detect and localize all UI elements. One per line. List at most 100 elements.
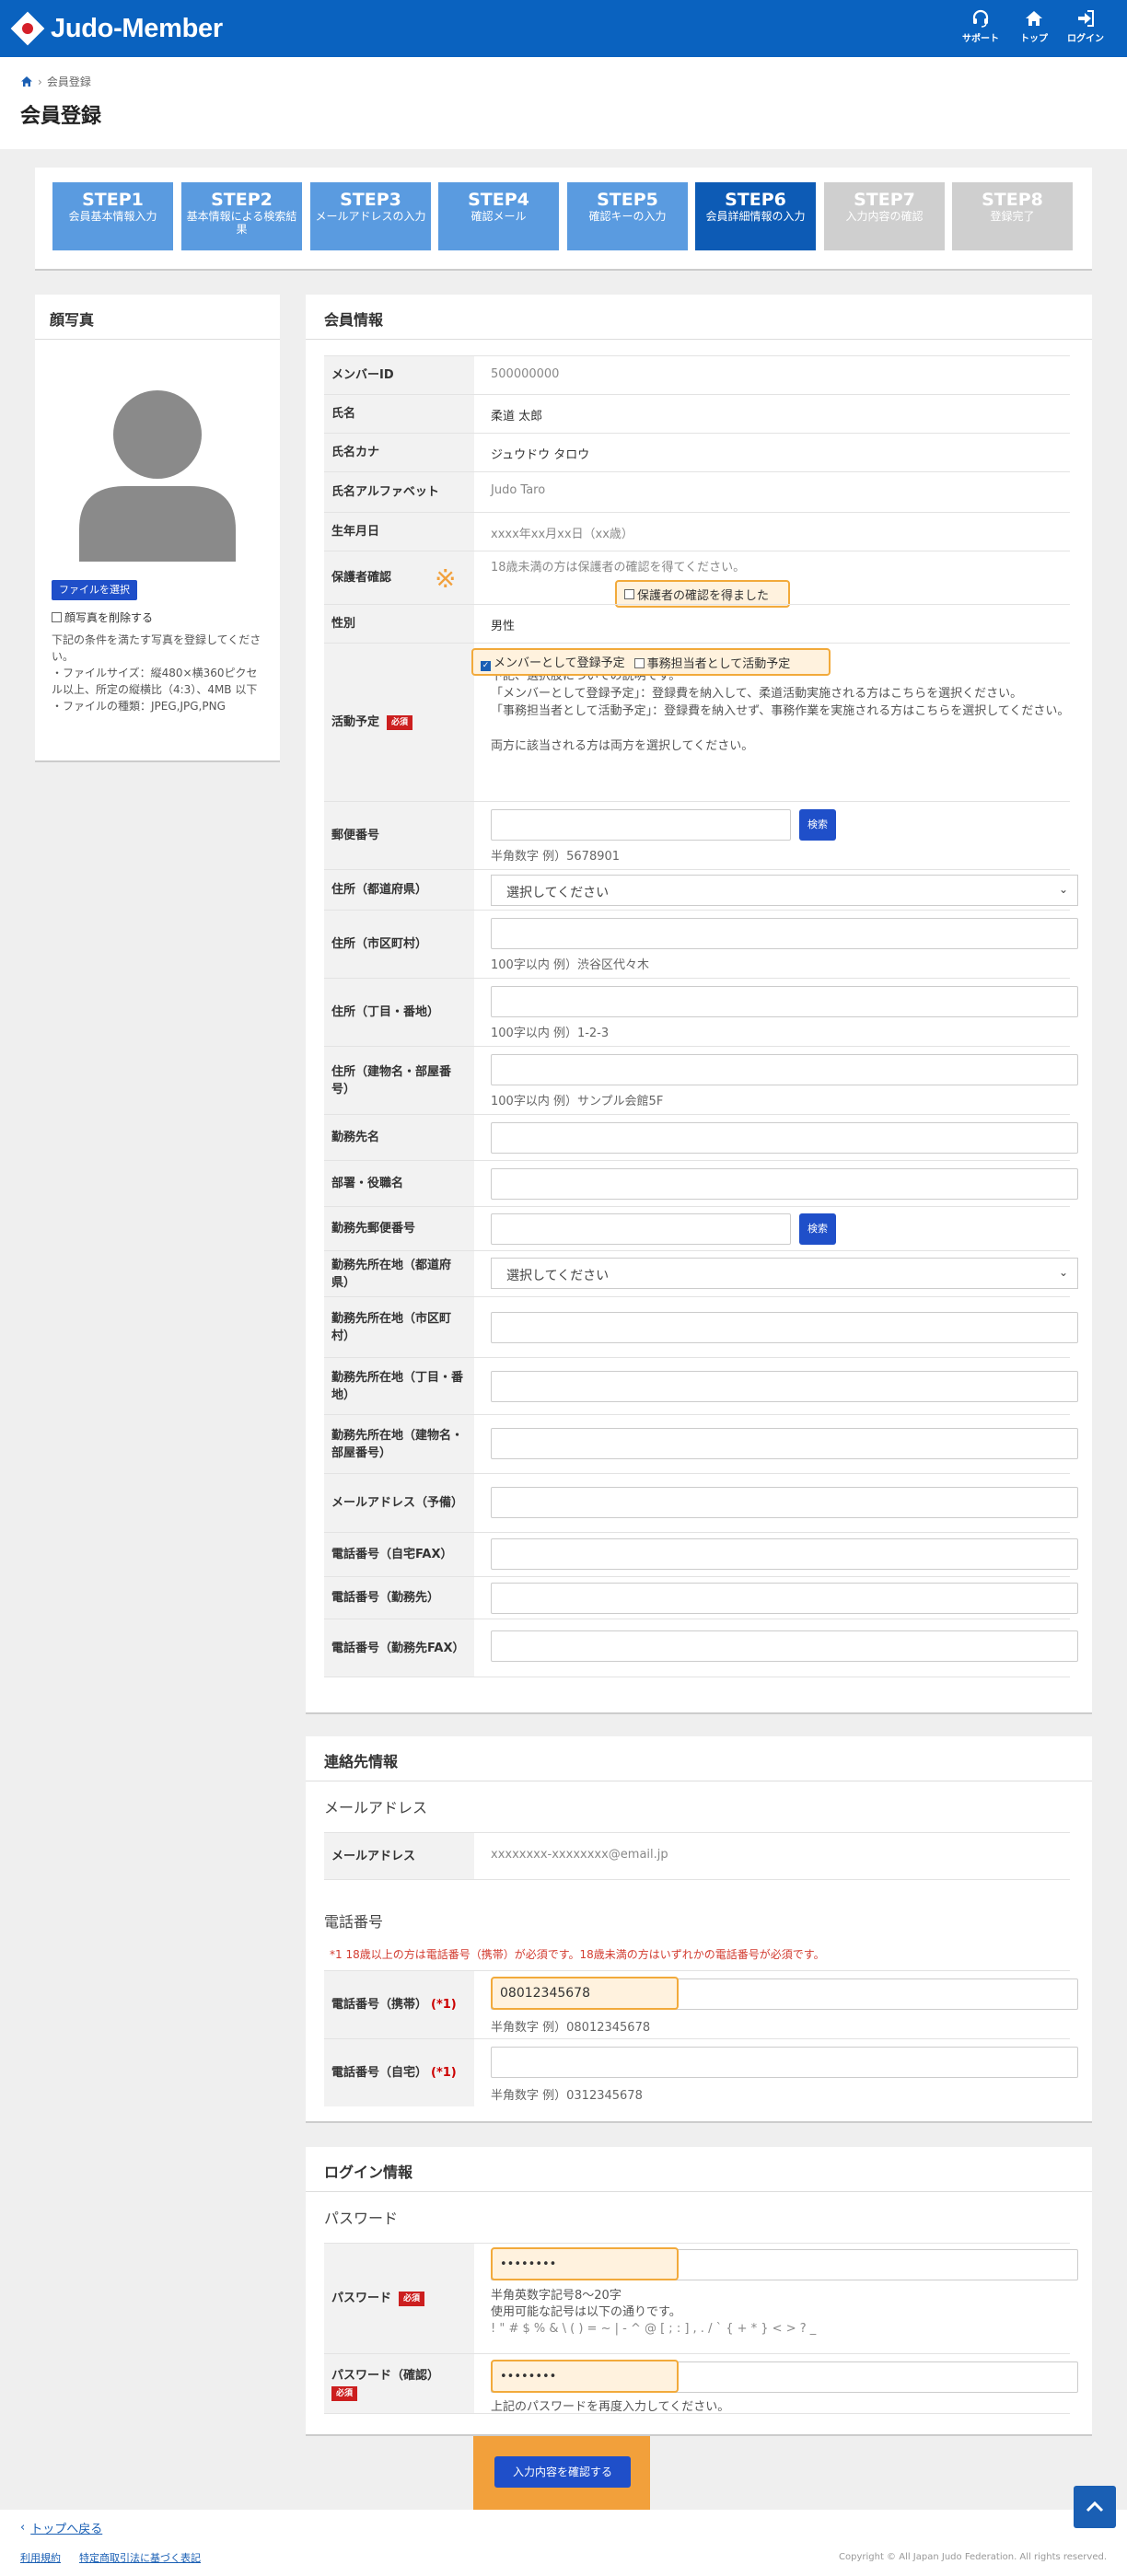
checkbox-checked-icon[interactable]: ✓ — [481, 661, 491, 671]
row-street: 住所（丁目・番地） 100字以内 例）1-2-3 — [324, 978, 1078, 1046]
fax-home-input[interactable] — [491, 1538, 1078, 1570]
home-phone-note: 半角数字 例）0312345678 — [491, 2089, 643, 2103]
row-alphabet: 氏名アルファベット Judo Taro — [324, 471, 1070, 512]
row-postal: 郵便番号 検索 半角数字 例）5678901 — [324, 801, 1070, 869]
building-input[interactable] — [491, 1054, 1078, 1085]
commerce-law-link[interactable]: 特定商取引法に基づく表記 — [79, 2550, 201, 2565]
activity-label-text: 活動予定 — [331, 715, 380, 729]
chevron-left-icon: ‹ — [20, 2521, 26, 2535]
divider — [306, 2191, 1092, 2192]
row-work-street: 勤務先所在地（丁目・番地） — [324, 1357, 1078, 1414]
home-icon[interactable] — [20, 75, 33, 87]
divider — [306, 339, 1092, 340]
work-pref-select[interactable]: 選択してください ⌄ — [491, 1258, 1078, 1289]
gender-label: 性別 — [324, 605, 474, 643]
member-info-title: 会員情報 — [324, 311, 384, 329]
scroll-top-button[interactable] — [1074, 2486, 1116, 2528]
phone-requirement-note: *1 18歳以上の方は電話番号（携帯）が必須です。18歳未満の方はいずれかの電話… — [330, 1948, 825, 1961]
email-sub-input[interactable] — [491, 1487, 1078, 1518]
step-number: STEP6 — [725, 190, 786, 210]
mobile-note: 半角数字 例）08012345678 — [491, 2021, 651, 2035]
step-1: STEP1 会員基本情報入力 — [52, 182, 173, 250]
step-5: STEP5 確認キーの入力 — [567, 182, 688, 250]
row-fax-work: 電話番号（勤務先FAX） — [324, 1619, 1078, 1677]
work-postal-search-button[interactable]: 検索 — [799, 1213, 836, 1245]
required-badge: 必須 — [331, 2385, 358, 2401]
row-birthdate: 生年月日 xxxx年xx月xx日（xx歳） — [324, 512, 1070, 551]
pref-label: 住所（都道府県） — [324, 870, 474, 910]
delete-photo-checkbox[interactable]: 顔写真を削除する — [52, 609, 153, 625]
work-postal-label: 勤務先郵便番号 — [324, 1207, 474, 1250]
tel-work-input[interactable] — [491, 1583, 1078, 1614]
work-postal-input[interactable] — [491, 1213, 791, 1245]
step-number: STEP3 — [340, 190, 401, 210]
photo-guideline: ・ファイルサイズ：縦480×横360ピクセル以上、所定の縦横比（4:3）、4MB… — [52, 667, 258, 696]
mobile-input[interactable]: 08012345678 — [491, 1977, 679, 2010]
dept-label: 部署・役職名 — [324, 1161, 474, 1206]
row-gender: 性別 男性 — [324, 604, 1070, 643]
guardian-confirm-label: 保護者の確認を得ました — [637, 588, 770, 603]
row-tel-work: 電話番号（勤務先） — [324, 1576, 1078, 1619]
back-to-top-label: トップへ戻る — [30, 2523, 103, 2536]
postal-search-button[interactable]: 検索 — [799, 809, 836, 841]
work-street-input[interactable] — [491, 1371, 1078, 1402]
nav-top[interactable]: トップ — [1007, 9, 1061, 50]
street-input[interactable] — [491, 986, 1078, 1017]
fax-work-label: 電話番号（勤務先FAX） — [324, 1619, 474, 1677]
nav-support[interactable]: サポート — [954, 9, 1007, 50]
option-member[interactable]: ✓ メンバーとして登録予定 — [481, 653, 625, 671]
required-badge: 必須 — [399, 2291, 425, 2306]
headset-icon — [972, 9, 989, 28]
row-name: 氏名 柔道 太郎 — [324, 394, 1070, 433]
postal-input[interactable] — [491, 809, 791, 841]
work-pref-select-value: 選択してください — [506, 1269, 610, 1283]
checkbox-icon[interactable] — [633, 657, 645, 668]
password-heading: パスワード — [324, 2210, 399, 2227]
select-file-button[interactable]: ファイルを選択 — [52, 580, 137, 600]
home-phone-label: 電話番号（自宅） (*1) — [324, 2039, 474, 2106]
step-2: STEP2 基本情報による検索結果 — [181, 182, 302, 250]
breadcrumb: › 会員登録 — [20, 74, 91, 89]
work-city-input[interactable] — [491, 1312, 1078, 1343]
row-work-name: 勤務先名 — [324, 1114, 1078, 1160]
password-confirm-label: パスワード（確認） 必須 — [324, 2354, 474, 2413]
dept-input[interactable] — [491, 1168, 1078, 1200]
home-phone-input[interactable] — [491, 2047, 1078, 2078]
required-mark: (*1) — [431, 2066, 457, 2080]
home-icon — [1026, 11, 1042, 26]
login-title: ログイン情報 — [324, 2164, 413, 2181]
work-name-input[interactable] — [491, 1122, 1078, 1154]
step-desc: 会員詳細情報の入力 — [705, 210, 806, 223]
fax-home-label: 電話番号（自宅FAX） — [324, 1533, 474, 1576]
city-input[interactable] — [491, 918, 1078, 949]
password-input[interactable]: •••••••• — [491, 2247, 679, 2280]
chevron-down-icon: ⌄ — [1058, 1266, 1068, 1279]
back-to-top-link[interactable]: ‹ トップへ戻る — [20, 2519, 102, 2536]
home-phone-label-text: 電話番号（自宅） — [331, 2066, 428, 2080]
city-note: 100字以内 例）渋谷区代々木 — [491, 958, 649, 972]
option-member-label: メンバーとして登録予定 — [494, 656, 625, 670]
step-desc: 入力内容の確認 — [845, 210, 924, 223]
checkbox-icon[interactable] — [52, 612, 62, 622]
delete-photo-label: 顔写真を削除する — [64, 611, 154, 624]
terms-link[interactable]: 利用規約 — [20, 2550, 61, 2565]
work-pref-label: 勤務先所在地（都道府県） — [324, 1251, 474, 1296]
password-rules: 半角英数字記号8～20字 使用可能な記号は以下の通りです。 ! " # $ % … — [491, 2288, 816, 2338]
pref-select[interactable]: 選択してください ⌄ — [491, 875, 1078, 906]
breadcrumb-current: 会員登録 — [46, 75, 91, 88]
step-desc: 基本情報による検索結果 — [186, 210, 297, 236]
confirm-submit-button[interactable]: 入力内容を確認する — [494, 2456, 631, 2488]
nav-login-label: ログイン — [1067, 34, 1104, 44]
row-work-city: 勤務先所在地（市区町村） — [324, 1296, 1078, 1357]
work-building-input[interactable] — [491, 1428, 1078, 1459]
birthdate-label: 生年月日 — [324, 513, 474, 551]
mobile-label: 電話番号（携帯） (*1) — [324, 1971, 474, 2038]
brand-logo[interactable]: Judo-Member — [10, 11, 223, 46]
step-number: STEP5 — [597, 190, 658, 210]
nav-login[interactable]: ログイン — [1059, 9, 1112, 50]
fax-work-input[interactable] — [491, 1630, 1078, 1662]
option-staff[interactable]: 事務担当者として活動予定 — [633, 654, 790, 671]
checkbox-icon[interactable] — [624, 588, 634, 599]
guardian-note: 18歳未満の方は保護者の確認を得てください。 — [491, 561, 746, 574]
password-confirm-input[interactable]: •••••••• — [491, 2360, 679, 2393]
